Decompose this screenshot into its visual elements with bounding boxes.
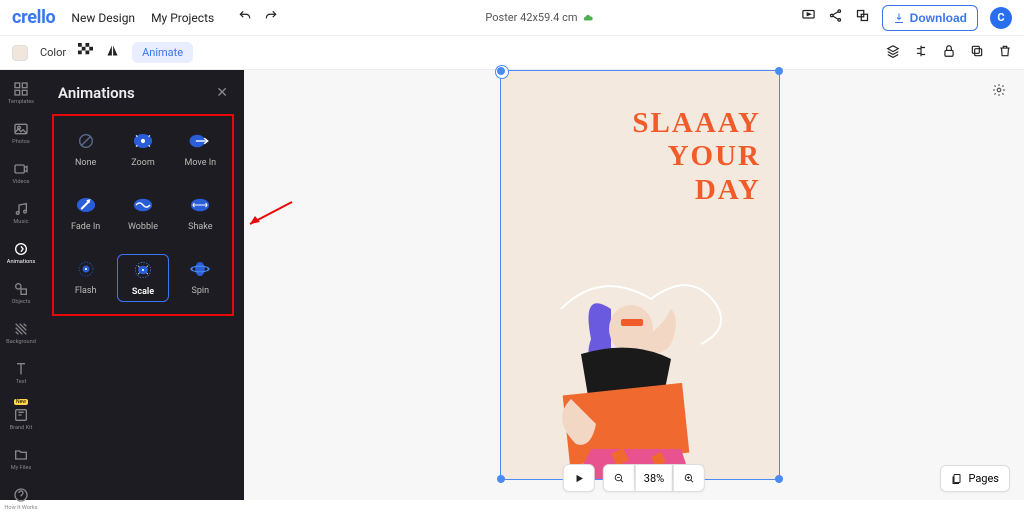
rail-music[interactable]: Music — [3, 198, 39, 228]
anim-wobble[interactable]: Wobble — [117, 190, 168, 236]
animate-button[interactable]: Animate — [132, 42, 193, 63]
handle-top-left[interactable] — [497, 67, 505, 75]
top-right-group: Download C — [801, 5, 1012, 31]
gear-icon[interactable] — [992, 82, 1006, 101]
flash-icon — [72, 258, 100, 280]
handle-top-right[interactable] — [775, 67, 783, 75]
annotation-arrow — [244, 196, 294, 234]
present-icon[interactable] — [801, 8, 816, 27]
flip-icon[interactable] — [105, 43, 120, 62]
close-icon[interactable]: ✕ — [216, 85, 228, 101]
poster-text: SLAAAY YOUR DAY — [501, 107, 761, 207]
redo-icon[interactable] — [264, 8, 278, 27]
canvas-bottom-controls: 38% — [563, 464, 705, 492]
document-title: Poster 42x59.4 cm — [294, 11, 784, 24]
main: Templates Photos Videos Music Animations… — [0, 70, 1024, 500]
rail-brandkit[interactable]: NewBrand Kit — [3, 398, 39, 434]
poster-line-2: YOUR — [501, 140, 761, 173]
rail-templates[interactable]: Templates — [3, 78, 39, 108]
lock-icon[interactable] — [942, 43, 956, 62]
scale-icon — [129, 259, 157, 281]
anim-zoom[interactable]: Zoom — [117, 126, 168, 172]
poster-illustration — [521, 249, 741, 479]
top-bar: crello New Design My Projects Poster 42x… — [0, 0, 1024, 36]
anim-shake[interactable]: Shake — [175, 190, 226, 236]
color-label: Color — [40, 46, 66, 59]
toolbar-right-icons — [886, 43, 1012, 62]
duplicate-icon[interactable] — [970, 43, 984, 62]
download-button[interactable]: Download — [882, 5, 978, 31]
canvas[interactable]: SLAAAY YOUR DAY — [244, 70, 1024, 500]
doc-title-label: Poster 42x59.4 cm — [485, 11, 577, 24]
zoom-out-button[interactable] — [603, 464, 635, 492]
poster-line-3: DAY — [501, 174, 761, 207]
share-icon[interactable] — [828, 8, 843, 27]
avatar[interactable]: C — [990, 7, 1012, 29]
fadein-icon — [72, 194, 100, 216]
undo-redo-group — [238, 8, 278, 27]
rail-myfiles[interactable]: My Files — [3, 444, 39, 474]
none-icon — [72, 130, 100, 152]
animation-grid: None Zoom Move In Fade In Wobble Shake F… — [60, 126, 226, 302]
rail-background[interactable]: Background — [3, 318, 39, 348]
trash-icon[interactable] — [998, 43, 1012, 62]
rail-text[interactable]: Text — [3, 358, 39, 388]
anim-flash[interactable]: Flash — [60, 254, 111, 302]
undo-icon[interactable] — [238, 8, 252, 27]
shake-icon — [186, 194, 214, 216]
anim-scale[interactable]: Scale — [117, 254, 168, 302]
poster-line-1: SLAAAY — [501, 107, 761, 140]
download-label: Download — [910, 11, 967, 25]
rail-objects[interactable]: Objects — [3, 278, 39, 308]
handle-bottom-left[interactable] — [497, 475, 505, 483]
left-rail: Templates Photos Videos Music Animations… — [0, 70, 42, 500]
spin-icon — [186, 258, 214, 280]
color-swatch[interactable] — [12, 45, 28, 61]
anim-movein[interactable]: Move In — [175, 126, 226, 172]
brand-logo[interactable]: crello — [12, 7, 55, 28]
zoom-icon — [129, 130, 157, 152]
layers-icon[interactable] — [886, 43, 900, 62]
rail-videos[interactable]: Videos — [3, 158, 39, 188]
play-button[interactable] — [563, 464, 595, 492]
rail-howit[interactable]: How It Works — [3, 484, 39, 514]
animations-panel: Animations ✕ None Zoom Move In Fade In W… — [42, 70, 244, 500]
panel-title: Animations — [58, 84, 135, 102]
anim-spin[interactable]: Spin — [175, 254, 226, 302]
new-design-link[interactable]: New Design — [71, 11, 135, 25]
pages-button[interactable]: Pages — [940, 465, 1010, 492]
annotation-highlight-box: None Zoom Move In Fade In Wobble Shake F… — [52, 114, 234, 316]
resize-icon[interactable] — [855, 8, 870, 27]
cloud-saved-icon — [583, 13, 593, 23]
align-icon[interactable] — [914, 43, 928, 62]
handle-bottom-right[interactable] — [775, 475, 783, 483]
zoom-value[interactable]: 38% — [635, 464, 673, 492]
movein-icon — [186, 130, 214, 152]
zoom-in-button[interactable] — [673, 464, 705, 492]
zoom-group: 38% — [603, 464, 705, 492]
anim-fadein[interactable]: Fade In — [60, 190, 111, 236]
transparency-icon[interactable] — [78, 43, 93, 62]
wobble-icon — [129, 194, 157, 216]
rail-photos[interactable]: Photos — [3, 118, 39, 148]
artboard[interactable]: SLAAAY YOUR DAY — [500, 70, 780, 480]
my-projects-link[interactable]: My Projects — [151, 11, 214, 25]
anim-none[interactable]: None — [60, 126, 111, 172]
context-toolbar: Color Animate — [0, 36, 1024, 70]
rail-animations[interactable]: Animations — [3, 238, 39, 268]
